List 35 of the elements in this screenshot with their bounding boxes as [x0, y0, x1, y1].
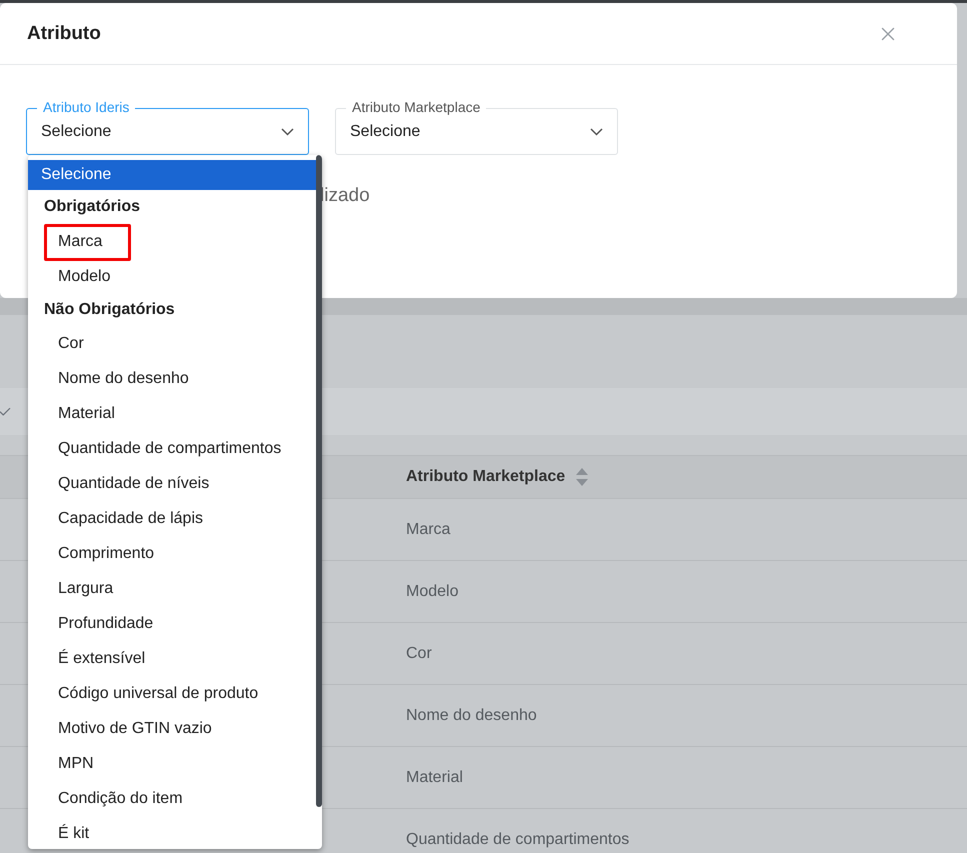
dropdown-option[interactable]: Motivo de GTIN vazio [28, 711, 316, 746]
dropdown-option[interactable]: É extensível [28, 641, 316, 676]
field-value: Selecione [350, 122, 420, 140]
chevron-icon [281, 128, 294, 136]
option-label: lizado [320, 185, 371, 207]
option-group-label: Não Obrigatórios [43, 300, 176, 320]
dropdown-option[interactable]: Marca [28, 224, 316, 259]
dropdown-option[interactable]: MPN [28, 746, 316, 781]
table-cell: Marca [406, 520, 450, 538]
table-cell: Cor [406, 644, 432, 662]
table-cell: Modelo [406, 582, 458, 600]
dropdown-option[interactable]: É kit [28, 816, 316, 849]
dropdown-option[interactable]: Modelo [28, 259, 316, 294]
dropdown-option[interactable]: Cor [28, 326, 316, 361]
dropdown-option[interactable]: Código universal de produto [28, 676, 316, 711]
dropdown-option[interactable]: Capacidade de lápis [28, 501, 316, 536]
table-cell: Quantidade de compartimentos [406, 830, 630, 848]
sort-icon [575, 467, 590, 487]
modal-title: Atributo [27, 22, 101, 44]
table-cell: Nome do desenho [406, 706, 537, 724]
dropdown-option[interactable]: Largura [28, 571, 316, 606]
column-header: Atributo Marketplace [406, 468, 566, 486]
dropdown-option[interactable]: Nome do desenho [28, 361, 316, 396]
table-cell: Material [406, 768, 463, 786]
scrollbar[interactable] [316, 155, 322, 807]
chevron-icon [590, 128, 603, 136]
dropdown-option[interactable]: Quantidade de níveis [28, 466, 316, 501]
field-label: Atributo Marketplace [346, 99, 486, 116]
field-value: Selecione [41, 122, 112, 140]
dropdown-option[interactable]: Profundidade [28, 606, 316, 641]
dropdown-option[interactable]: Condição do item [28, 781, 316, 816]
dropdown-option[interactable]: Comprimento [28, 536, 316, 571]
option-group-label: Obrigatórios [43, 197, 142, 217]
dropdown-option[interactable]: Quantidade de compartimentos [28, 431, 316, 466]
dropdown-option[interactable]: Selecione [28, 160, 316, 190]
